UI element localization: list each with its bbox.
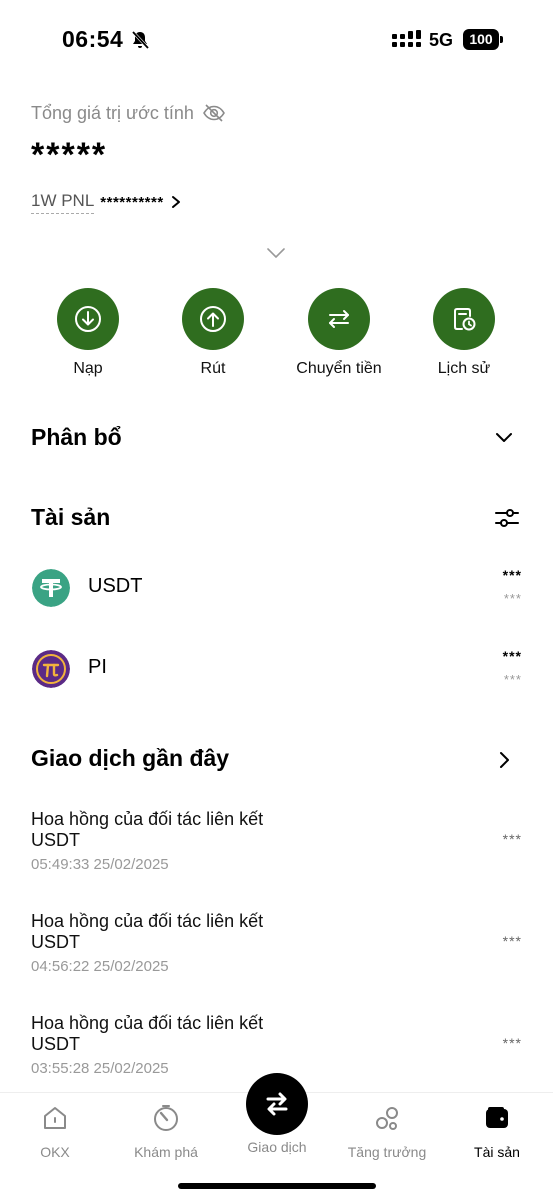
- growth-icon: [376, 1107, 398, 1130]
- chevron-right-icon[interactable]: [496, 749, 512, 771]
- asset-usd-value: ***: [503, 591, 522, 606]
- nav-label: Tài sản: [474, 1144, 520, 1160]
- chevron-down-icon[interactable]: [266, 246, 286, 260]
- wallet-icon: [486, 1107, 508, 1128]
- pnl-value: **********: [100, 193, 164, 211]
- asset-amount: ***: [502, 567, 522, 583]
- home-icon: [44, 1107, 66, 1129]
- pi-logo-icon: [32, 650, 70, 688]
- status-bar: 06:54 5G 100: [0, 0, 553, 80]
- transaction-time: 05:49:33 25/02/2025: [31, 856, 169, 873]
- eye-off-icon[interactable]: [202, 103, 226, 123]
- allocation-title[interactable]: Phân bổ: [31, 424, 122, 451]
- nav-item-assets[interactable]: Tài sản: [442, 1103, 552, 1160]
- battery-icon: 100: [463, 29, 503, 50]
- deposit-icon: [75, 306, 101, 332]
- transaction-time: 04:56:22 25/02/2025: [31, 958, 169, 975]
- transaction-amount: ***: [502, 831, 522, 847]
- chevron-down-icon[interactable]: [494, 430, 514, 446]
- history-button[interactable]: Lịch sử: [402, 288, 526, 378]
- transfer-icon: [329, 310, 349, 328]
- history-label: Lịch sử: [437, 360, 491, 377]
- deposit-label: Nạp: [73, 360, 103, 377]
- trade-icon: [266, 1092, 288, 1116]
- transaction-amount: ***: [502, 933, 522, 949]
- signal-icon: [392, 30, 421, 47]
- pnl-label: 1W PNL: [31, 191, 95, 214]
- nav-label: Giao dịch: [247, 1139, 307, 1155]
- transaction-title: Hoa hồng của đối tác liên kết USDT: [31, 809, 264, 850]
- assets-title: Tài sản: [31, 504, 111, 530]
- filter-sliders-icon[interactable]: [494, 505, 520, 531]
- withdraw-label: Rút: [200, 360, 226, 377]
- battery-level: 100: [463, 29, 499, 50]
- nav-label: OKX: [40, 1144, 70, 1160]
- asset-row-pi[interactable]: PI *** ***: [0, 644, 553, 704]
- quick-actions: Nạp Rút Chuyển tiền Lịch sử: [0, 288, 553, 388]
- balance-value: *****: [31, 136, 108, 174]
- pnl-row[interactable]: 1W PNL **********: [31, 190, 182, 214]
- status-time: 06:54: [62, 26, 124, 52]
- asset-row-usdt[interactable]: USDT *** ***: [0, 563, 553, 623]
- asset-usd-value: ***: [503, 672, 522, 687]
- balance-label: Tổng giá trị ước tính: [31, 102, 194, 123]
- asset-amount: ***: [502, 648, 522, 664]
- network-type: 5G: [429, 30, 454, 50]
- transaction-title: Hoa hồng của đối tác liên kết USDT: [31, 911, 264, 952]
- recent-transactions-title[interactable]: Giao dịch gần đây: [31, 745, 229, 772]
- nav-label: Khám phá: [134, 1144, 198, 1160]
- transaction-title: Hoa hồng của đối tác liên kết USDT: [31, 1013, 264, 1054]
- deposit-button[interactable]: Nạp: [26, 288, 150, 378]
- nav-item-okx[interactable]: OKX: [0, 1103, 110, 1160]
- transaction-row[interactable]: Hoa hồng của đối tác liên kết USDT 04:56…: [0, 911, 553, 991]
- nav-item-growth[interactable]: Tăng trưởng: [332, 1103, 442, 1160]
- transfer-label: Chuyển tiền: [296, 360, 382, 377]
- transaction-amount: ***: [502, 1035, 522, 1051]
- withdraw-button[interactable]: Rút: [151, 288, 275, 378]
- chevron-right-icon: [171, 196, 180, 208]
- bell-muted-icon: [131, 30, 150, 50]
- home-indicator: [178, 1183, 376, 1189]
- nav-label: Tăng trưởng: [347, 1144, 427, 1160]
- transaction-row[interactable]: Hoa hồng của đối tác liên kết USDT 05:49…: [0, 809, 553, 889]
- withdraw-icon: [200, 306, 226, 332]
- asset-name: USDT: [88, 575, 143, 597]
- balance-label-row: Tổng giá trị ước tính: [31, 100, 226, 126]
- asset-name: PI: [88, 656, 107, 678]
- explore-icon: [154, 1105, 178, 1131]
- trade-button[interactable]: [246, 1073, 308, 1135]
- transaction-time: 03:55:28 25/02/2025: [31, 1060, 169, 1077]
- usdt-logo-icon: [32, 569, 70, 607]
- transfer-button[interactable]: Chuyển tiền: [277, 288, 401, 378]
- nav-item-explore[interactable]: Khám phá: [111, 1103, 221, 1160]
- history-icon: [454, 308, 476, 331]
